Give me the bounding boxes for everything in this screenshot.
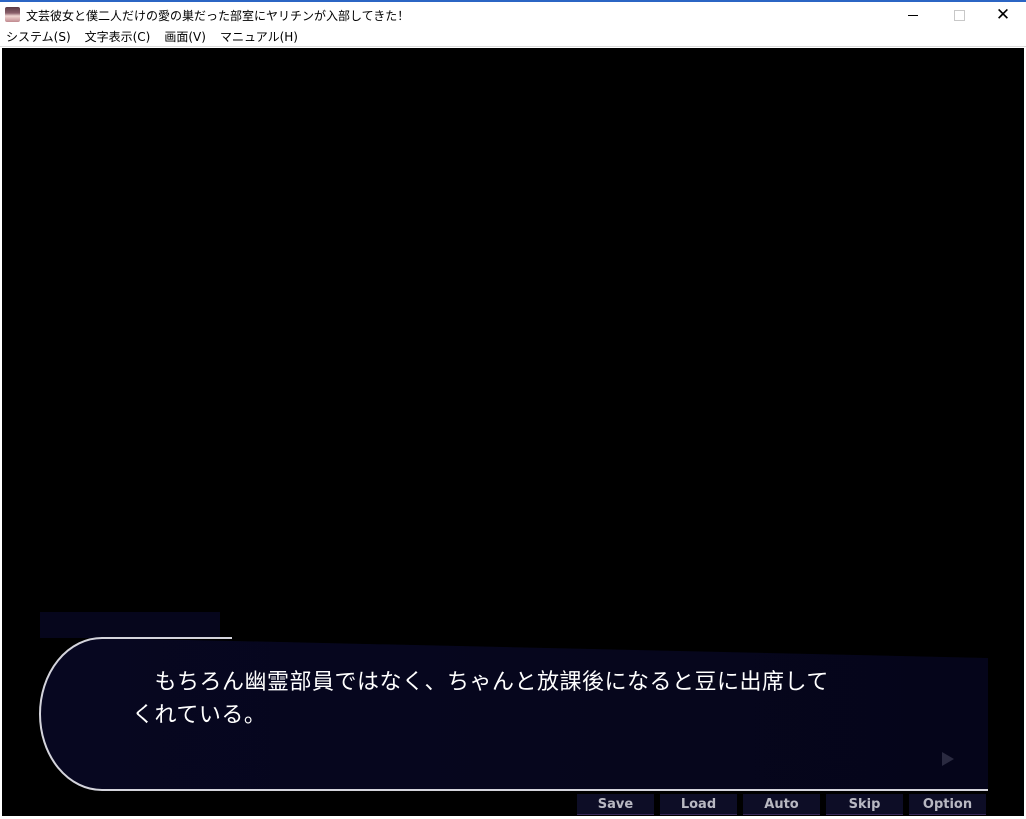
minimize-button[interactable] <box>890 2 936 28</box>
auto-button[interactable]: Auto <box>743 794 820 815</box>
game-button-row: Save Load Auto Skip Option <box>577 794 986 816</box>
save-button[interactable]: Save <box>577 794 654 815</box>
menu-system[interactable]: システム(S) <box>0 28 78 47</box>
game-screen[interactable]: もちろん幽霊部員ではなく、ちゃんと放課後になると豆に出席して くれている。 Sa… <box>2 48 1024 816</box>
maximize-button[interactable] <box>936 2 982 28</box>
minimize-icon <box>908 14 918 16</box>
menu-screen[interactable]: 画面(V) <box>157 28 213 47</box>
next-page-icon[interactable] <box>942 752 954 766</box>
window-title: 文芸彼女と僕二人だけの愛の巣だった部室にヤリチンが入部してきた！ <box>26 9 410 23</box>
maximize-icon <box>953 9 965 21</box>
app-window: 文芸彼女と僕二人だけの愛の巣だった部室にヤリチンが入部してきた！ ✕ システム(… <box>0 0 1026 819</box>
skip-button[interactable]: Skip <box>826 794 903 815</box>
title-bar[interactable]: 文芸彼女と僕二人だけの愛の巣だった部室にヤリチンが入部してきた！ ✕ <box>0 0 1026 28</box>
menu-manual[interactable]: マニュアル(H) <box>213 28 305 47</box>
load-button[interactable]: Load <box>660 794 737 815</box>
dialogue-text: もちろん幽霊部員ではなく、ちゃんと放課後になると豆に出席して くれている。 <box>132 670 829 728</box>
close-icon: ✕ <box>995 4 1011 25</box>
close-button[interactable]: ✕ <box>980 2 1026 28</box>
app-icon <box>5 7 20 22</box>
option-button[interactable]: Option <box>909 794 986 815</box>
menu-bar: システム(S) 文字表示(C) 画面(V) マニュアル(H) <box>0 28 1026 47</box>
menu-text-display[interactable]: 文字表示(C) <box>78 28 158 47</box>
